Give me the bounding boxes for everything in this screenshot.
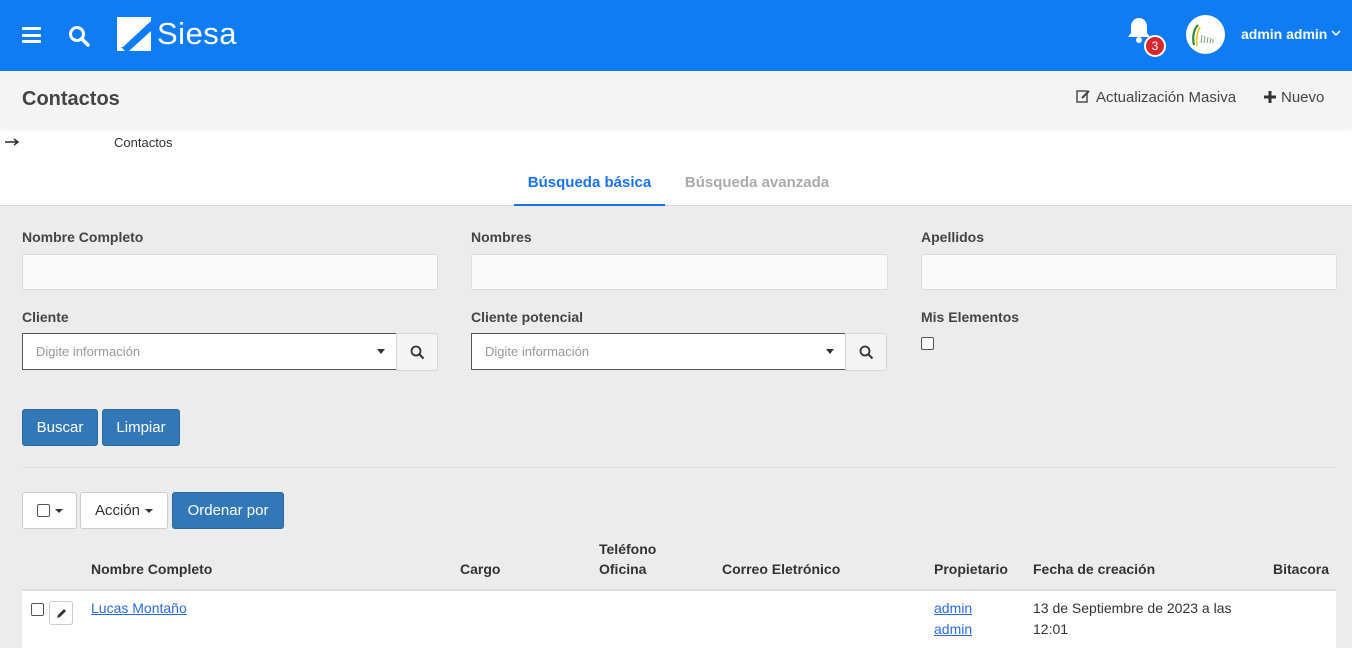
caret-down-icon [826, 349, 834, 354]
col-office-phone-line1: Teléfono [599, 541, 657, 557]
logo-icon [117, 17, 151, 51]
prospect-search-button[interactable] [845, 333, 887, 371]
pencil-icon [56, 608, 66, 618]
client-select[interactable]: Digite información [22, 333, 397, 370]
col-office-phone[interactable]: Teléfono Oficina [599, 539, 656, 579]
arrow-right-icon[interactable] [5, 134, 20, 150]
user-menu[interactable]: admin admin [1241, 26, 1341, 42]
names-input[interactable] [471, 254, 888, 290]
names-label: Nombres [471, 229, 532, 245]
caret-down-icon [377, 349, 385, 354]
col-email[interactable]: Correo Eletrónico [722, 559, 840, 579]
search-icon[interactable] [67, 24, 91, 48]
last-names-input[interactable] [921, 254, 1337, 290]
last-names-label: Apellidos [921, 229, 985, 245]
brand-logo[interactable]: Siesa [117, 17, 237, 51]
col-owner[interactable]: Propietario [934, 559, 1008, 579]
col-full-name[interactable]: Nombre Completo [91, 559, 212, 579]
action-label: Acción [94, 502, 141, 519]
notification-badge: 3 [1144, 35, 1166, 57]
new-button[interactable]: Nuevo [1264, 89, 1324, 106]
new-label: Nuevo [1281, 89, 1325, 106]
edit-row-button[interactable] [49, 601, 73, 625]
page-header: Contactos Actualización Masiva Nuevo [0, 71, 1352, 127]
row-checkbox[interactable] [31, 603, 44, 616]
caret-down-icon [54, 508, 63, 513]
top-navbar: Siesa 3 admin admin [0, 0, 1352, 71]
prospect-select[interactable]: Digite información [471, 333, 846, 370]
search-icon [859, 345, 873, 359]
user-name: admin admin [1241, 26, 1328, 42]
prospect-placeholder: Digite información [485, 344, 590, 359]
client-label: Cliente [22, 309, 69, 325]
full-name-label: Nombre Completo [22, 229, 144, 245]
search-tabs: Búsqueda básica Búsqueda avanzada [0, 160, 1352, 206]
tab-basic-search[interactable]: Búsqueda básica [514, 160, 665, 206]
sort-by-button[interactable]: Ordenar por [172, 492, 284, 529]
caret-down-icon [145, 508, 154, 513]
prospect-label: Cliente potencial [471, 309, 584, 325]
clear-button[interactable]: Limpiar [102, 409, 180, 446]
search-icon [410, 345, 424, 359]
chevron-down-icon [1331, 29, 1341, 40]
contact-name-link[interactable]: Lucas Montaño [91, 600, 187, 616]
owner-link-line1[interactable]: admin [934, 600, 972, 616]
my-items-label: Mis Elementos [921, 309, 1020, 325]
select-all-dropdown[interactable] [22, 492, 77, 529]
menu-icon[interactable] [22, 27, 41, 43]
edit-icon [1076, 89, 1091, 106]
bulk-update-label: Actualización Masiva [1096, 89, 1237, 106]
col-office-phone-line2: Oficina [599, 561, 647, 577]
action-dropdown[interactable]: Acción [80, 492, 168, 529]
bulk-update-button[interactable]: Actualización Masiva [1076, 89, 1236, 106]
col-log[interactable]: Bitacora [1273, 559, 1329, 579]
tab-advanced-search[interactable]: Búsqueda avanzada [671, 160, 843, 206]
my-items-checkbox[interactable] [921, 337, 934, 350]
full-name-input[interactable] [22, 254, 438, 290]
search-button[interactable]: Buscar [22, 409, 98, 446]
created-date-line2: 12:01 [1033, 621, 1069, 637]
owner-link-line2[interactable]: admin [934, 621, 972, 637]
breadcrumb: Contactos [114, 135, 173, 150]
avatar[interactable] [1186, 15, 1225, 54]
brand-name: Siesa [157, 16, 238, 51]
col-position[interactable]: Cargo [460, 559, 500, 579]
client-search-button[interactable] [396, 333, 438, 371]
plus-icon [1264, 90, 1276, 106]
divider [22, 467, 1336, 468]
client-placeholder: Digite información [36, 344, 141, 359]
created-date-line1: 13 de Septiembre de 2023 a las [1033, 600, 1232, 616]
page-title: Contactos [22, 88, 120, 110]
select-all-checkbox[interactable] [36, 504, 50, 517]
col-created-date[interactable]: Fecha de creación [1033, 559, 1155, 579]
